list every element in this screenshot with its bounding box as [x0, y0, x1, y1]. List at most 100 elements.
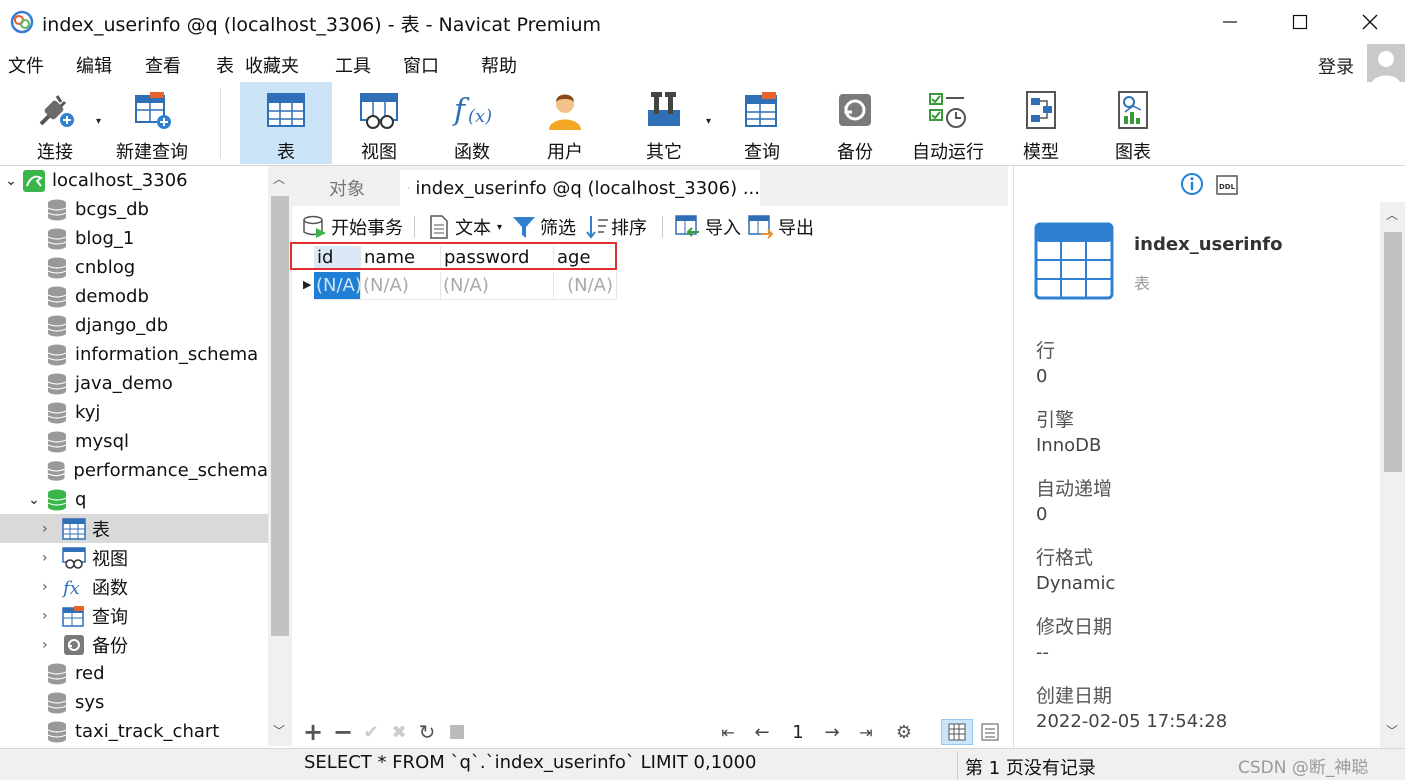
tab-objects[interactable]: 对象 [300, 170, 394, 206]
toolbar-autorun-button[interactable]: 自动运行 [906, 82, 990, 164]
import-label: 导入 [705, 218, 741, 239]
table-cell-name[interactable]: (N/A) [361, 272, 441, 300]
menu-favorites[interactable]: 收藏夹 [245, 52, 299, 78]
table-large-icon [1034, 222, 1114, 300]
toolbar-function-button[interactable]: f (x) 函数 [434, 82, 510, 164]
tree-database[interactable]: information_schema [0, 340, 268, 369]
tree-item-functions[interactable]: › fx 函数 [0, 572, 268, 601]
toolbar-others-button[interactable]: 其它 [626, 82, 702, 164]
tree-database[interactable]: blog_1 [0, 224, 268, 253]
first-page-icon[interactable]: ⇤ [715, 719, 741, 745]
stop-icon[interactable] [444, 719, 470, 745]
add-record-icon[interactable]: + [300, 718, 326, 746]
database-icon [47, 257, 67, 278]
tree-database[interactable]: django_db [0, 311, 268, 340]
page-number-input[interactable]: 1 [781, 719, 815, 745]
chevron-right-icon[interactable]: › [42, 579, 62, 595]
tree-database[interactable]: mysql [0, 427, 268, 456]
tree-item-queries[interactable]: › 查询 [0, 601, 268, 630]
main-toolbar: 连接 ▾ 新建查询 表 视图 f (x) 函数 用户 其它 ▾ 查询 备份 自动… [0, 82, 1405, 166]
tree-database[interactable]: kyj [0, 398, 268, 427]
toolbar-table-button[interactable]: 表 [240, 82, 332, 164]
next-page-icon[interactable]: → [819, 719, 845, 745]
chevron-down-icon[interactable]: ⌄ [0, 173, 22, 189]
info-tab-button[interactable] [1180, 172, 1204, 200]
export-button[interactable]: 导出 [748, 214, 814, 240]
tab-table[interactable]: index_userinfo @q (localhost_3306) ... [400, 170, 760, 206]
toolbar-user-button[interactable]: 用户 [528, 82, 602, 164]
tree-database[interactable]: bcgs_db [0, 195, 268, 224]
tree-item-backups[interactable]: › 备份 [0, 630, 268, 659]
tree-database[interactable]: taxi_track_chart [0, 717, 268, 746]
toolbar-connection-button[interactable]: 连接 [22, 82, 88, 164]
backup-icon [833, 88, 877, 132]
tree-database[interactable]: red [0, 659, 268, 688]
close-button[interactable] [1335, 0, 1405, 44]
database-icon [47, 344, 67, 365]
last-page-icon[interactable]: ⇥ [853, 719, 879, 745]
tree-database-open[interactable]: ⌄ q [0, 485, 268, 514]
tree-scrollbar-thumb[interactable] [271, 196, 289, 636]
chevron-right-icon[interactable]: › [42, 521, 62, 537]
maximize-button[interactable] [1265, 0, 1335, 44]
tree-database[interactable]: cnblog [0, 253, 268, 282]
table-cell-age[interactable]: (N/A) [554, 272, 617, 300]
menu-view[interactable]: 查看 [145, 52, 181, 78]
ddl-tab-button[interactable]: DDL [1216, 174, 1238, 200]
minimize-button[interactable] [1195, 0, 1265, 44]
settings-gear-icon[interactable]: ⚙ [891, 719, 917, 745]
menu-window[interactable]: 窗口 [403, 52, 439, 78]
scroll-down-icon[interactable]: ﹀ [273, 722, 285, 739]
discard-changes-icon[interactable]: ✖ [386, 719, 412, 745]
text-view-button[interactable]: 文本 ▾ [428, 214, 502, 240]
avatar[interactable] [1367, 44, 1405, 86]
info-scrollbar-thumb[interactable] [1384, 232, 1402, 472]
import-button[interactable]: 导入 [675, 214, 741, 240]
tree-database-label: red [75, 663, 105, 684]
tree-scrollbar[interactable]: ︿ ﹀ [268, 166, 292, 746]
tree-item-tables[interactable]: › 表 [0, 514, 268, 543]
tree-database[interactable]: performance_schema [0, 456, 268, 485]
info-created-date-label: 创建日期 [1036, 685, 1113, 707]
sort-button[interactable]: 排序 [585, 214, 647, 240]
table-cell-id[interactable]: (N/A) [314, 272, 362, 300]
toolbar-backup-button[interactable]: 备份 [818, 82, 892, 164]
table-cell-password[interactable]: (N/A) [441, 272, 554, 300]
previous-page-icon[interactable]: ← [749, 719, 775, 745]
menu-edit[interactable]: 编辑 [76, 52, 112, 78]
chevron-right-icon[interactable]: › [42, 637, 62, 653]
toolbar-model-button[interactable]: 模型 [1004, 82, 1078, 164]
tree-database[interactable]: sys [0, 688, 268, 717]
connection-dropdown-arrow-icon[interactable]: ▾ [96, 116, 101, 127]
grid-view-button[interactable] [941, 719, 973, 745]
delete-record-icon[interactable]: − [330, 718, 356, 746]
menu-tools[interactable]: 工具 [335, 52, 371, 78]
others-dropdown-arrow-icon[interactable]: ▾ [706, 116, 711, 127]
info-scrollbar[interactable]: ︿ ﹀ [1380, 202, 1405, 748]
toolbar-view-button[interactable]: 视图 [340, 82, 418, 164]
chevron-right-icon[interactable]: › [42, 550, 62, 566]
chevron-down-icon[interactable]: ⌄ [22, 492, 46, 508]
filter-button[interactable]: 筛选 [512, 214, 576, 240]
toolbar-chart-button[interactable]: 图表 [1096, 82, 1170, 164]
tree-item-views[interactable]: › 视图 [0, 543, 268, 572]
chevron-right-icon[interactable]: › [42, 608, 62, 624]
refresh-icon[interactable]: ↻ [414, 719, 440, 745]
menu-help[interactable]: 帮助 [481, 52, 517, 78]
scroll-up-icon[interactable]: ︿ [1386, 206, 1398, 223]
tree-connection[interactable]: ⌄ localhost_3306 [0, 166, 268, 195]
begin-transaction-button[interactable]: 开始事务 [302, 214, 403, 240]
menu-table[interactable]: 表 [216, 52, 234, 78]
toolbar-label: 自动运行 [912, 142, 984, 163]
tree-database[interactable]: demodb [0, 282, 268, 311]
menu-file[interactable]: 文件 [8, 52, 44, 78]
scroll-down-icon[interactable]: ﹀ [1386, 722, 1398, 739]
login-link[interactable]: 登录 [1318, 53, 1354, 79]
tree-database[interactable]: java_demo [0, 369, 268, 398]
form-view-button[interactable] [977, 719, 1003, 745]
toolbar-new-query-button[interactable]: 新建查询 [114, 82, 190, 164]
toolbar-query-button[interactable]: 查询 [724, 82, 800, 164]
apply-changes-icon[interactable]: ✔ [358, 719, 384, 745]
scroll-up-icon[interactable]: ︿ [273, 170, 285, 187]
data-grid[interactable]: id name password age ▶ (N/A) (N/A) (N/A)… [297, 246, 1008, 718]
